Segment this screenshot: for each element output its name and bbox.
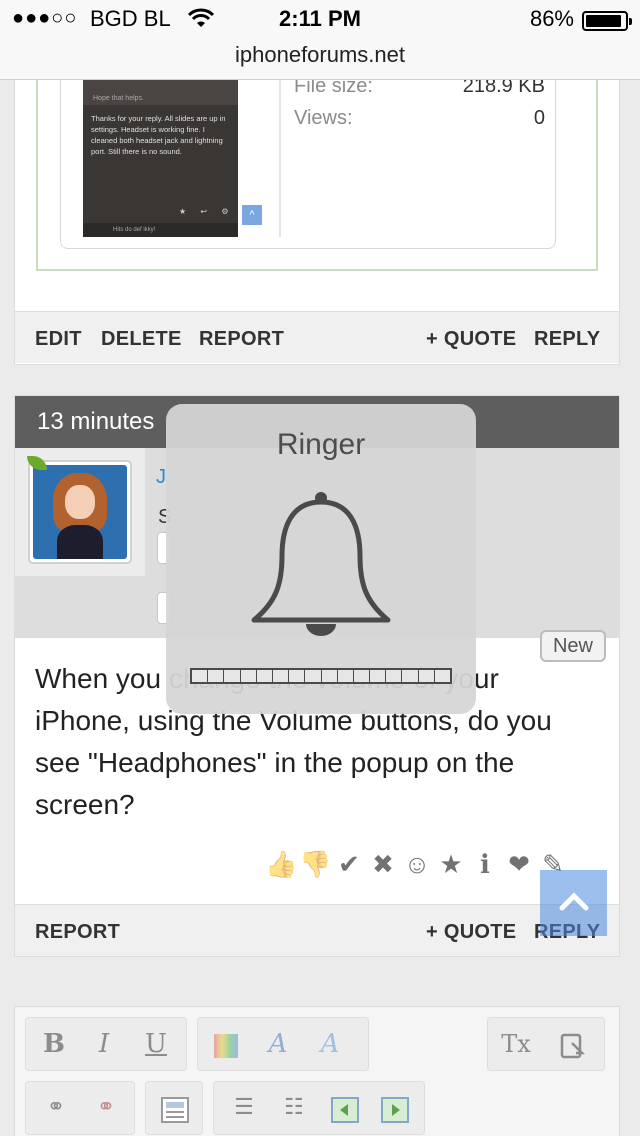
toolbar-group-color-font: A A — [197, 1017, 369, 1071]
unlink-icon[interactable]: ⚭ — [88, 1090, 124, 1126]
volume-segment — [305, 670, 322, 682]
info-icon[interactable]: ℹ — [469, 848, 501, 880]
font-family-icon[interactable]: A — [260, 1026, 296, 1062]
post-actions-bar: REPORT + QUOTE REPLY — [15, 904, 619, 956]
thumbnail-text-hope: Hope that helps. — [93, 95, 144, 102]
thumbnail-caption: Hits do def ikky! — [113, 227, 156, 233]
toolbar-group-link: ⚭ ⚭ — [25, 1081, 135, 1135]
reply-editor: B I U A A Tx ⚭ ⚭ ☰ ☷ — [14, 1006, 620, 1136]
insert-media-icon[interactable] — [160, 1096, 190, 1124]
outdent-icon[interactable] — [330, 1096, 360, 1124]
volume-segment — [322, 670, 338, 682]
status-bar: ●●●○○ BGD BL 2:11 PM 86% iphoneforums.ne… — [0, 0, 640, 80]
smile-icon[interactable]: ☺ — [401, 848, 433, 880]
bullet-list-icon[interactable]: ☰ — [226, 1090, 262, 1126]
remove-format-button[interactable]: Tx — [498, 1026, 534, 1062]
toolbar-group-insert — [145, 1081, 203, 1135]
attachment-box: Hope that helps. Thanks for your reply. … — [36, 61, 598, 271]
hud-title: Ringer — [276, 428, 366, 461]
volume-segment — [370, 670, 387, 682]
volume-segment — [257, 670, 273, 682]
battery-icon — [582, 11, 632, 31]
volume-segment — [192, 670, 209, 682]
bell-icon — [251, 492, 391, 636]
scroll-to-top-button[interactable] — [540, 870, 607, 936]
numbered-list-icon[interactable]: ☷ — [276, 1090, 312, 1126]
report-button[interactable]: REPORT — [35, 921, 120, 944]
volume-segment — [273, 670, 290, 682]
reply-button[interactable]: REPLY — [534, 328, 600, 351]
check-icon[interactable]: ✔ — [333, 848, 365, 880]
volume-segment — [402, 670, 419, 682]
underline-button[interactable]: U — [138, 1026, 174, 1062]
thumbnail-icons: ★ ↩ ⚙ — [179, 207, 235, 216]
attachment-thumbnail[interactable]: Hope that helps. Thanks for your reply. … — [83, 61, 238, 237]
quote-button[interactable]: + QUOTE — [426, 921, 516, 944]
reactions-bar: 👍👎 ✔ ✖ ☺ ★ ℹ ❤ ✎ — [265, 848, 571, 882]
font-size-icon[interactable]: A — [312, 1026, 348, 1062]
toolbar-group-text-style: B I U — [25, 1017, 187, 1071]
ringer-volume-hud: Ringer — [166, 404, 476, 714]
screen: ●●●○○ BGD BL 2:11 PM 86% iphoneforums.ne… — [0, 0, 640, 1136]
edit-button[interactable]: EDIT — [35, 328, 82, 351]
volume-segment — [354, 670, 371, 682]
post-timestamp: 13 minutes — [37, 408, 155, 435]
battery-percent: 86% — [529, 6, 574, 31]
post-actions-bar: EDIT DELETE REPORT + QUOTE REPLY — [15, 311, 619, 363]
heart-icon[interactable]: ❤ — [503, 848, 535, 880]
volume-segment — [208, 670, 225, 682]
volume-segment — [289, 670, 306, 682]
volume-segment — [241, 670, 257, 682]
avatar[interactable] — [28, 460, 132, 564]
post-previous: Hope that helps. Thanks for your reply. … — [14, 60, 620, 365]
paste-icon[interactable] — [558, 1031, 588, 1061]
cross-icon[interactable]: ✖ — [367, 848, 399, 880]
indent-icon[interactable] — [380, 1096, 410, 1124]
address-bar-url[interactable]: iphoneforums.net — [0, 42, 640, 68]
color-palette-icon[interactable] — [212, 1032, 240, 1060]
volume-segment — [419, 670, 435, 682]
volume-segment — [435, 670, 450, 682]
quote-button[interactable]: + QUOTE — [426, 328, 516, 351]
volume-segment — [224, 670, 241, 682]
views-label: Views: — [294, 107, 353, 129]
toolbar-group-lists: ☰ ☷ — [213, 1081, 425, 1135]
thumbnail-scroll-icon: ^ — [242, 205, 262, 225]
chevron-up-icon — [559, 892, 589, 911]
italic-button[interactable]: I — [86, 1026, 122, 1062]
attachment-card: Hope that helps. Thanks for your reply. … — [60, 61, 556, 249]
toolbar-group-utility: Tx — [487, 1017, 605, 1071]
thumbs-down-icon[interactable]: 👎 — [299, 848, 331, 880]
volume-segment — [338, 670, 354, 682]
volume-level-bar — [190, 668, 452, 684]
volume-segment — [386, 670, 403, 682]
bold-button[interactable]: B — [36, 1026, 72, 1062]
views-value: 0 — [533, 107, 545, 129]
link-icon[interactable]: ⚭ — [38, 1090, 74, 1126]
report-button[interactable]: REPORT — [199, 328, 284, 351]
divider — [279, 61, 281, 237]
thumbnail-text: Thanks for your reply. All slides are up… — [91, 114, 226, 156]
star-icon[interactable]: ★ — [435, 848, 467, 880]
delete-button[interactable]: DELETE — [101, 328, 182, 351]
thumbs-up-icon[interactable]: 👍 — [265, 848, 297, 880]
